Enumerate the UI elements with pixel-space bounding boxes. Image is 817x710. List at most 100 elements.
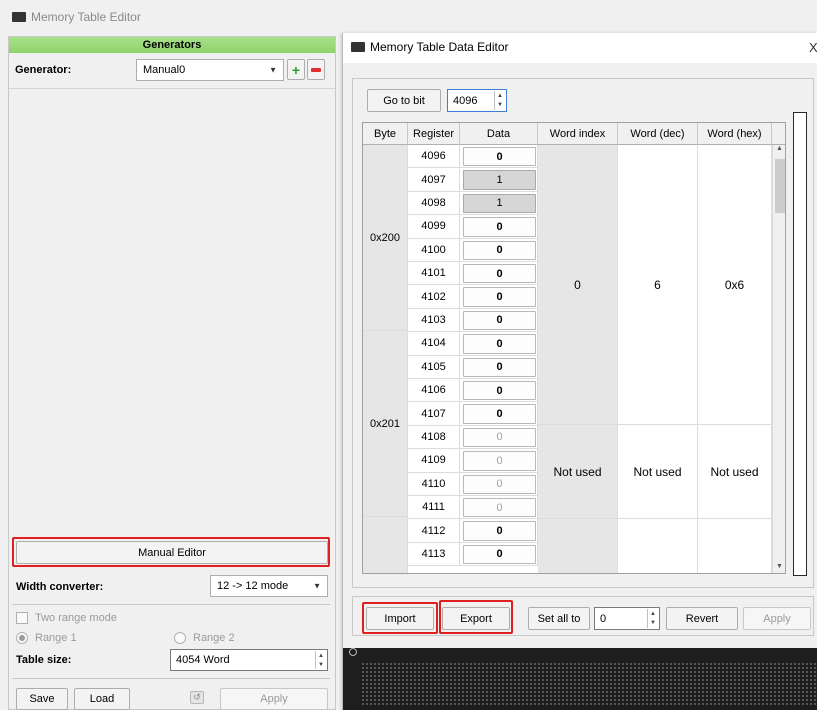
app-icon	[12, 12, 26, 22]
set-all-to-button[interactable]: Set all to	[528, 607, 590, 630]
apply-label: Apply	[763, 612, 791, 625]
word-index-cell: Not used	[538, 425, 618, 519]
arrow-up-icon: ▲	[497, 92, 503, 99]
register-cell: 4109	[408, 449, 460, 473]
save-label: Save	[29, 693, 55, 705]
word-dec-cell: Not used	[618, 425, 698, 519]
generator-select[interactable]: Manual0 ▼	[136, 59, 284, 81]
table-scrollbar[interactable]: ▲ ▼	[772, 145, 785, 573]
register-cell: 4110	[408, 472, 460, 496]
register-cell: 4097	[408, 168, 460, 192]
preview-strip	[793, 112, 807, 576]
set-all-spinbox[interactable]: 0 ▲ ▼	[594, 607, 660, 630]
data-bit-button[interactable]: 0	[463, 381, 536, 401]
register-cell: 4112	[408, 519, 460, 543]
manual-editor-highlight	[12, 537, 330, 567]
word-index-cell: 0	[538, 145, 618, 425]
spin-arrows[interactable]: ▲ ▼	[647, 609, 658, 628]
register-cell: 4100	[408, 238, 460, 262]
goto-bit-label: Go to bit	[383, 94, 425, 107]
memory-table: Byte Register Data Word index Word (dec)…	[362, 122, 786, 574]
two-range-checkbox[interactable]	[16, 612, 28, 624]
col-word-dec[interactable]: Word (dec)	[618, 123, 698, 145]
register-cell: 4106	[408, 379, 460, 403]
register-cell: 4103	[408, 308, 460, 333]
width-converter-label: Width converter:	[16, 581, 104, 593]
arrow-down-icon: ▼	[497, 102, 503, 109]
plus-icon: +	[291, 61, 301, 78]
goto-bit-button[interactable]: Go to bit	[367, 89, 441, 112]
data-bit-button[interactable]: 1	[463, 170, 536, 190]
col-word-hex[interactable]: Word (hex)	[698, 123, 772, 145]
range2-label: Range 2	[193, 632, 235, 644]
data-bit-button[interactable]: 0	[463, 451, 536, 471]
data-bit-button[interactable]: 0	[463, 404, 536, 424]
goto-bit-spinbox[interactable]: 4096 ▲ ▼	[447, 89, 507, 112]
table-size-spinbox[interactable]: 4054 Word ▲ ▼	[170, 649, 328, 671]
data-bit-button[interactable]: 0	[463, 544, 536, 565]
circle-marker-icon	[349, 648, 357, 656]
range1-label: Range 1	[35, 632, 77, 644]
data-bit-button[interactable]: 0	[463, 521, 536, 541]
width-converter-select[interactable]: 12 -> 12 mode ▼	[210, 575, 328, 597]
spin-arrows[interactable]: ▲ ▼	[315, 651, 326, 669]
data-bit-button[interactable]: 0	[463, 334, 536, 354]
generators-header-label: Generators	[142, 39, 202, 51]
load-label: Load	[89, 693, 115, 705]
revert-button[interactable]: Revert	[666, 607, 738, 630]
two-range-label: Two range mode	[35, 612, 117, 624]
register-cell: 4105	[408, 355, 460, 379]
register-cell: 4096	[408, 145, 460, 169]
export-highlight	[439, 600, 513, 634]
data-bit-button[interactable]: 0	[463, 310, 536, 331]
data-bit-button[interactable]: 0	[463, 287, 536, 307]
separator	[12, 604, 330, 605]
dialog-app-icon	[351, 42, 365, 52]
save-button[interactable]: Save	[16, 688, 68, 710]
col-word-index[interactable]: Word index	[538, 123, 618, 145]
chevron-down-icon: ▼	[269, 65, 277, 75]
arrow-down-icon: ▼	[776, 563, 783, 570]
scrollbar-thumb[interactable]	[775, 159, 785, 213]
waveform-area	[343, 648, 817, 710]
register-cell: 4113	[408, 542, 460, 567]
col-data[interactable]: Data	[460, 123, 538, 145]
word-hex-cell	[698, 519, 772, 573]
apply-left-button[interactable]: Apply	[220, 688, 328, 710]
data-bit-button[interactable]: 0	[463, 474, 536, 494]
load-button[interactable]: Load	[74, 688, 130, 710]
data-bit-button[interactable]: 1	[463, 193, 536, 214]
dialog-close-button[interactable]: X	[809, 40, 817, 55]
generator-label: Generator:	[15, 64, 72, 76]
dialog-title: Memory Table Data Editor	[370, 40, 509, 54]
main-window-title: Memory Table Editor	[31, 10, 141, 24]
register-cell: 4111	[408, 496, 460, 520]
data-bit-button[interactable]: 0	[463, 217, 536, 237]
data-bit-button[interactable]: 0	[463, 357, 536, 377]
separator	[12, 678, 330, 679]
register-cell: 4108	[408, 425, 460, 450]
register-cell: 4107	[408, 402, 460, 426]
range1-radio[interactable]	[16, 632, 28, 644]
data-bit-button[interactable]: 0	[463, 427, 536, 448]
data-bit-button[interactable]: 0	[463, 147, 536, 167]
remove-generator-button[interactable]	[307, 59, 325, 80]
add-generator-button[interactable]: +	[287, 59, 305, 80]
range2-radio[interactable]	[174, 632, 186, 644]
register-cell: 4102	[408, 285, 460, 309]
width-converter-value: 12 -> 12 mode	[217, 580, 289, 592]
col-register[interactable]: Register	[408, 123, 460, 145]
word-hex-cell: 0x6	[698, 145, 772, 425]
data-bit-button[interactable]: 0	[463, 240, 536, 260]
chevron-down-icon: ▼	[313, 581, 321, 591]
col-byte[interactable]: Byte	[363, 123, 408, 145]
set-all-to-label: Set all to	[537, 612, 581, 625]
arrow-down-icon: ▼	[650, 620, 656, 627]
word-index-cell	[538, 519, 618, 573]
radio-dot-icon	[19, 635, 25, 641]
data-bit-button[interactable]: 0	[463, 498, 536, 518]
data-bit-button[interactable]: 0	[463, 264, 536, 284]
arrow-up-icon: ▲	[650, 610, 656, 617]
spin-arrows[interactable]: ▲ ▼	[494, 91, 505, 110]
apply-button[interactable]: Apply	[743, 607, 811, 630]
